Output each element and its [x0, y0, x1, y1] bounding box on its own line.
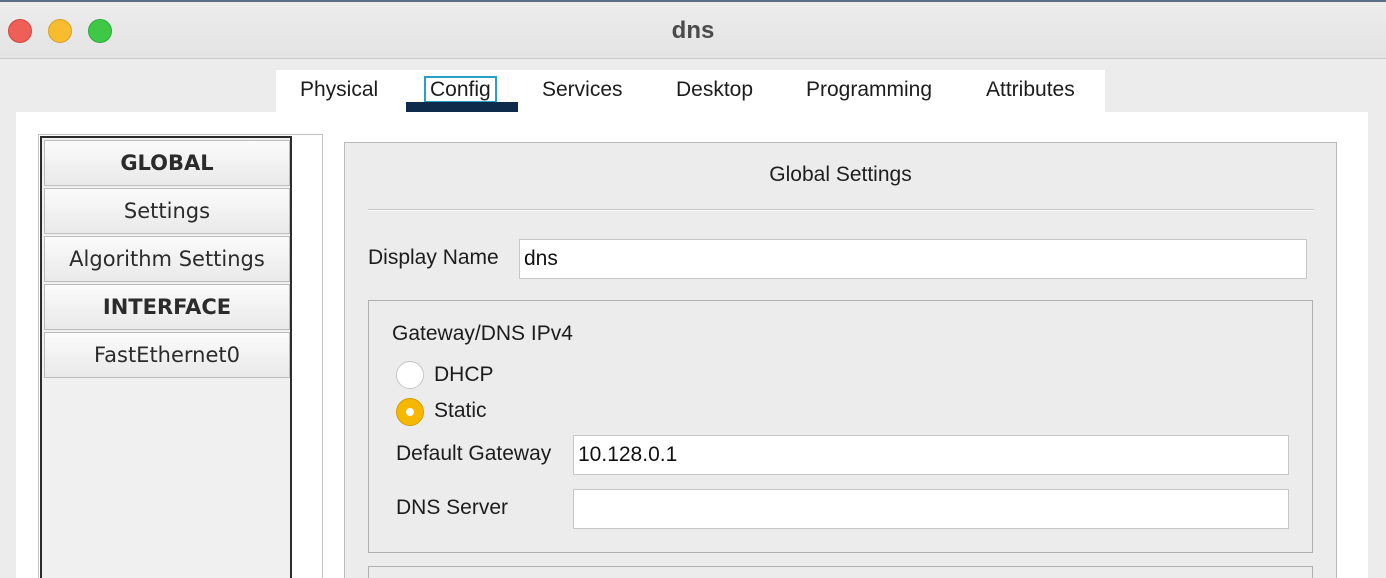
tab-physical[interactable]: Physical: [300, 77, 378, 105]
sidebar-header-interface: INTERFACE: [44, 284, 290, 330]
static-radio[interactable]: [396, 398, 424, 426]
sidebar-item-settings[interactable]: Settings: [44, 188, 290, 234]
gateway-dns-group: Gateway/DNS IPv4 DHCP Static Default Gat…: [368, 300, 1313, 553]
active-tab-indicator: [406, 102, 518, 112]
dns-server-input[interactable]: [573, 489, 1289, 529]
tab-attributes[interactable]: Attributes: [986, 77, 1075, 105]
panel-title: Global Settings: [769, 163, 912, 186]
divider: [368, 209, 1314, 211]
default-gateway-input[interactable]: [573, 435, 1289, 475]
tab-config-label: Config: [424, 76, 497, 103]
display-name-input[interactable]: [519, 239, 1307, 279]
dhcp-radio[interactable]: [396, 361, 424, 389]
display-name-label: Display Name: [368, 246, 499, 269]
sidebar: GLOBAL Settings Algorithm Settings INTER…: [40, 136, 292, 578]
static-label: Static: [434, 399, 487, 422]
title-bar: dns: [0, 0, 1386, 59]
dns-server-label: DNS Server: [396, 496, 509, 519]
tab-desktop[interactable]: Desktop: [676, 77, 753, 105]
sidebar-item-fastethernet0[interactable]: FastEthernet0: [44, 332, 290, 378]
global-settings-panel: Global Settings Display Name Gateway/DNS…: [344, 142, 1337, 578]
sidebar-item-algorithm-settings[interactable]: Algorithm Settings: [44, 236, 290, 282]
tab-bar: Physical Config Services Desktop Program…: [276, 70, 1105, 112]
tab-programming[interactable]: Programming: [806, 77, 932, 105]
config-content: GLOBAL Settings Algorithm Settings INTER…: [16, 112, 1368, 578]
window-title: dns: [671, 17, 715, 44]
next-settings-group: [368, 566, 1313, 578]
default-gateway-label: Default Gateway: [396, 442, 552, 465]
sidebar-header-global: GLOBAL: [44, 140, 290, 186]
dhcp-label: DHCP: [434, 363, 494, 386]
tab-services[interactable]: Services: [542, 77, 623, 105]
gateway-group-title: Gateway/DNS IPv4: [392, 322, 573, 345]
tab-config[interactable]: Config: [424, 76, 497, 105]
